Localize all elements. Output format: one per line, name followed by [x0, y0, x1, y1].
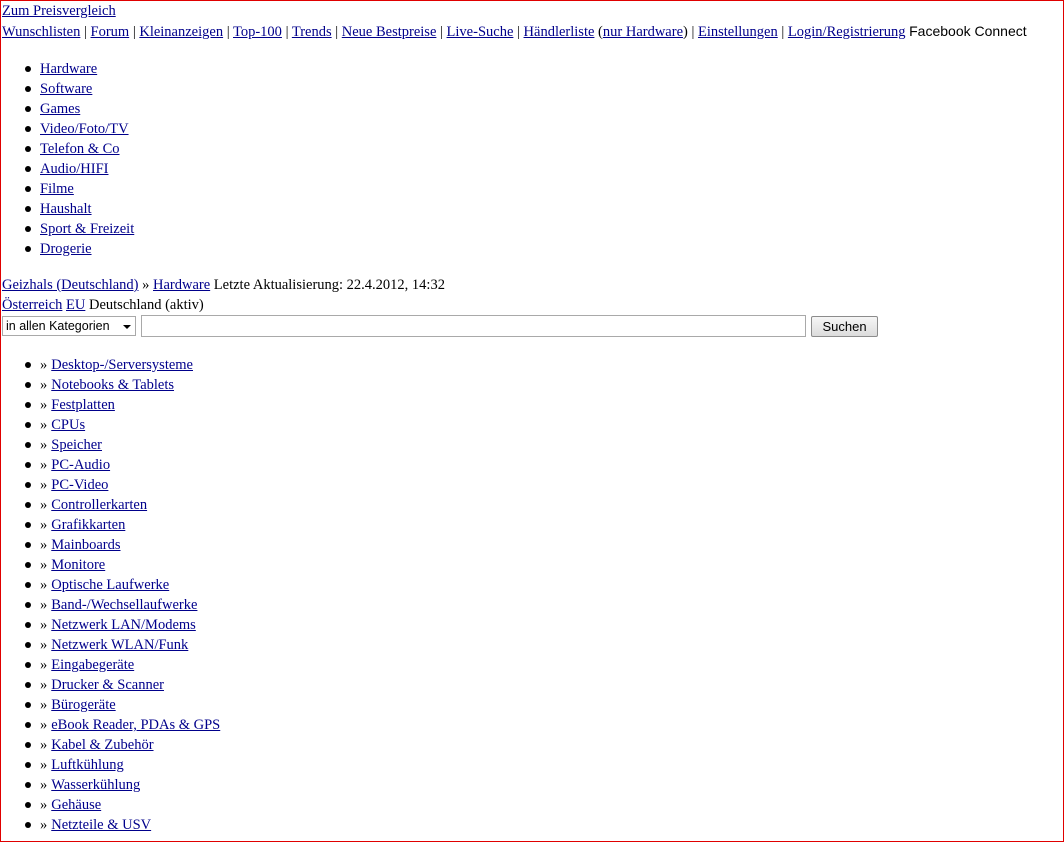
- category-link[interactable]: Monitore: [51, 557, 105, 573]
- nav-software[interactable]: Software: [40, 81, 92, 97]
- nav-games[interactable]: Games: [40, 101, 80, 117]
- category-link[interactable]: CPUs: [51, 417, 85, 433]
- bestpreise-link[interactable]: Neue Bestpreise: [342, 24, 437, 40]
- breadcrumb-hardware[interactable]: Hardware: [153, 277, 210, 293]
- nav-item: Sport & Freizeit: [0, 219, 134, 239]
- forum-link[interactable]: Forum: [91, 24, 130, 40]
- last-update: Letzte Aktualisierung: 22.4.2012, 14:32: [213, 277, 445, 293]
- category-item: » Gehäuse: [0, 795, 220, 815]
- top100-link[interactable]: Top-100: [233, 24, 282, 40]
- category-item: » Desktop-/Serversysteme: [0, 355, 220, 375]
- category-item: » Notebooks & Tablets: [0, 375, 220, 395]
- category-link[interactable]: Band-/Wechsellaufwerke: [51, 597, 197, 613]
- category-link[interactable]: Grafikkarten: [51, 517, 125, 533]
- nav-hardware[interactable]: Hardware: [40, 61, 97, 77]
- nav-drogerie[interactable]: Drogerie: [40, 241, 92, 257]
- chevron-down-icon: [123, 325, 131, 329]
- category-item: » Netzwerk WLAN/Funk: [0, 635, 220, 655]
- category-item: » CPUs: [0, 415, 220, 435]
- nav-item: Software: [0, 79, 134, 99]
- region-austria-link[interactable]: Österreich: [2, 297, 62, 313]
- category-link[interactable]: Speicher: [51, 437, 102, 453]
- category-item: » Kabel & Zubehör: [0, 735, 220, 755]
- nav-item: Games: [0, 99, 134, 119]
- nav-item: Telefon & Co: [0, 139, 134, 159]
- category-item: » eBook Reader, PDAs & GPS: [0, 715, 220, 735]
- category-item: » Festplatten: [0, 395, 220, 415]
- category-link[interactable]: Netzwerk WLAN/Funk: [51, 637, 188, 653]
- category-link[interactable]: Optische Laufwerke: [51, 577, 169, 593]
- category-item: » Grafikkarten: [0, 515, 220, 535]
- category-item: » PC-Video: [0, 475, 220, 495]
- category-item: » Drucker & Scanner: [0, 675, 220, 695]
- category-link[interactable]: Gehäuse: [51, 797, 101, 813]
- category-item: » PC-Audio: [0, 455, 220, 475]
- wunschlisten-link[interactable]: Wunschlisten: [2, 24, 80, 40]
- main-nav: Hardware Software Games Video/Foto/TV Te…: [0, 59, 134, 259]
- category-item: » Wasserkühlung: [0, 775, 220, 795]
- category-link[interactable]: Luftkühlung: [51, 757, 124, 773]
- nav-audio-hifi[interactable]: Audio/HIFI: [40, 161, 108, 177]
- nav-sport[interactable]: Sport & Freizeit: [40, 221, 134, 237]
- category-item: » Netzwerk LAN/Modems: [0, 615, 220, 635]
- region-germany-active: Deutschland (aktiv): [88, 297, 204, 313]
- einstellungen-link[interactable]: Einstellungen: [698, 24, 778, 40]
- nav-item: Drogerie: [0, 239, 134, 259]
- category-link[interactable]: PC-Video: [51, 477, 108, 493]
- trends-link[interactable]: Trends: [292, 24, 332, 40]
- live-suche-link[interactable]: Live-Suche: [447, 24, 514, 40]
- category-link[interactable]: eBook Reader, PDAs & GPS: [51, 717, 220, 733]
- search-input[interactable]: [141, 315, 806, 337]
- category-item: » Netzteile & USV: [0, 815, 220, 835]
- nav-item: Filme: [0, 179, 134, 199]
- nur-hardware-link[interactable]: nur Hardware: [603, 24, 683, 40]
- category-item: » Bürogeräte: [0, 695, 220, 715]
- category-item: » Speicher: [0, 435, 220, 455]
- preisvergleich-link[interactable]: Zum Preisvergleich: [2, 3, 116, 19]
- top-link-row: Zum Preisvergleich: [2, 2, 116, 20]
- facebook-connect[interactable]: Facebook Connect: [909, 23, 1027, 39]
- login-link[interactable]: Login/Registrierung: [788, 24, 906, 40]
- category-link[interactable]: PC-Audio: [51, 457, 110, 473]
- category-link[interactable]: Desktop-/Serversysteme: [51, 357, 193, 373]
- region-selector: Österreich EU Deutschland (aktiv): [2, 296, 204, 314]
- category-item: » Mainboards: [0, 535, 220, 555]
- search-button[interactable]: Suchen: [811, 316, 878, 337]
- category-link[interactable]: Bürogeräte: [51, 697, 115, 713]
- nav-video-foto-tv[interactable]: Video/Foto/TV: [40, 121, 129, 137]
- top-nav-bar: Wunschlisten | Forum | Kleinanzeigen | T…: [2, 23, 1027, 40]
- nav-item: Haushalt: [0, 199, 134, 219]
- breadcrumb-home[interactable]: Geizhals (Deutschland): [2, 277, 139, 293]
- category-link[interactable]: Kabel & Zubehör: [51, 737, 153, 753]
- category-link[interactable]: Netzwerk LAN/Modems: [51, 617, 196, 633]
- nav-haushalt[interactable]: Haushalt: [40, 201, 92, 217]
- category-link[interactable]: Wasserkühlung: [51, 777, 140, 793]
- category-item: » Monitore: [0, 555, 220, 575]
- category-select-value: in allen Kategorien: [6, 319, 110, 333]
- category-link[interactable]: Mainboards: [51, 537, 120, 553]
- category-item: » Luftkühlung: [0, 755, 220, 775]
- nav-item: Audio/HIFI: [0, 159, 134, 179]
- category-link[interactable]: Drucker & Scanner: [51, 677, 164, 693]
- nav-item: Video/Foto/TV: [0, 119, 134, 139]
- haendlerliste-link[interactable]: Händlerliste: [524, 24, 595, 40]
- category-select[interactable]: in allen Kategorien: [2, 316, 136, 336]
- category-list: » Desktop-/Serversysteme » Notebooks & Tab…: [0, 355, 220, 835]
- breadcrumb: Geizhals (Deutschland) » Hardware Letzte…: [2, 276, 445, 294]
- nav-item: Hardware: [0, 59, 134, 79]
- nav-telefon[interactable]: Telefon & Co: [40, 141, 120, 157]
- nav-filme[interactable]: Filme: [40, 181, 74, 197]
- category-link[interactable]: Eingabegeräte: [51, 657, 134, 673]
- category-link[interactable]: Festplatten: [51, 397, 115, 413]
- region-eu-link[interactable]: EU: [66, 297, 85, 313]
- category-link[interactable]: Netzteile & USV: [51, 817, 151, 833]
- category-item: » Controllerkarten: [0, 495, 220, 515]
- category-item: » Optische Laufwerke: [0, 575, 220, 595]
- breadcrumb-separator: »: [142, 277, 150, 293]
- category-link[interactable]: Controllerkarten: [51, 497, 147, 513]
- category-item: » Band-/Wechsellaufwerke: [0, 595, 220, 615]
- category-item: » Eingabegeräte: [0, 655, 220, 675]
- category-link[interactable]: Notebooks & Tablets: [51, 377, 174, 393]
- kleinanzeigen-link[interactable]: Kleinanzeigen: [139, 24, 223, 40]
